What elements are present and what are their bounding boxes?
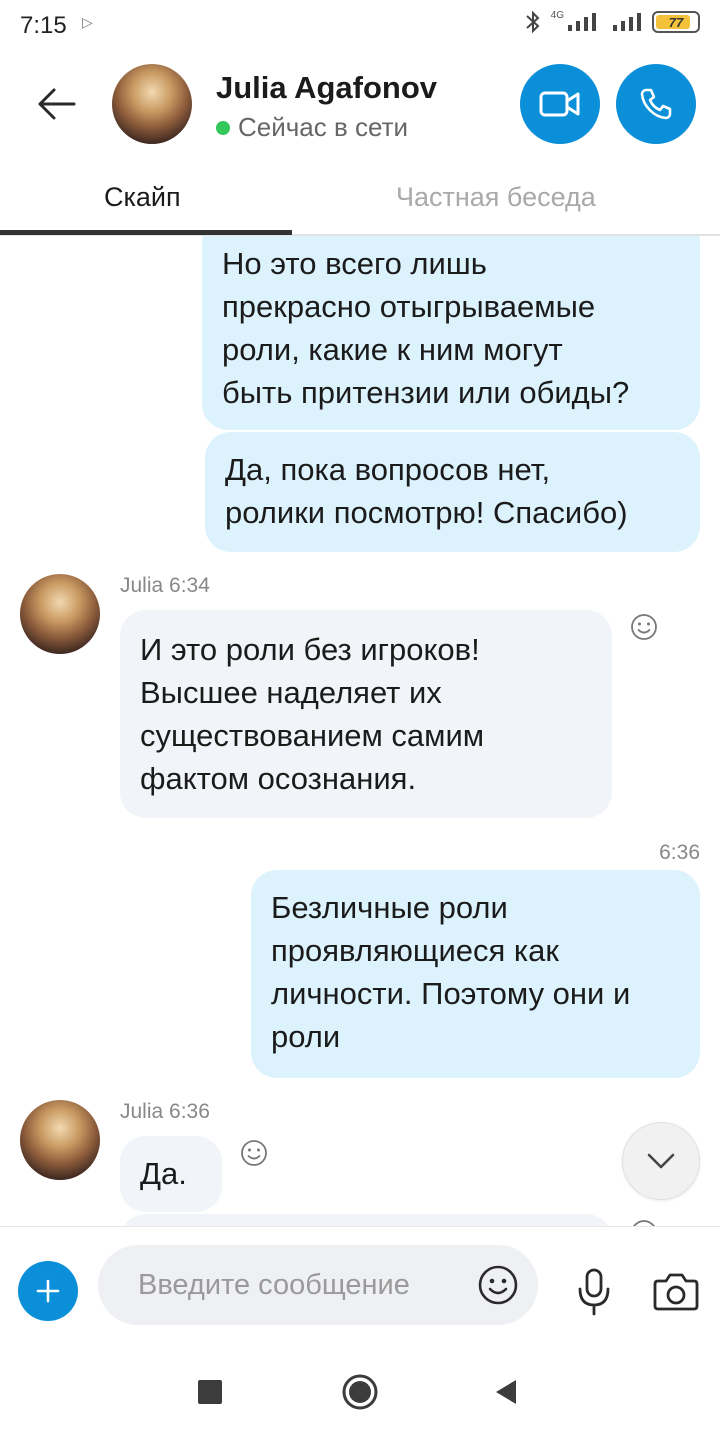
- message-list[interactable]: Но это всего лишь прекрасно отыгрываемые…: [0, 236, 720, 1226]
- signal-icon-2: [613, 13, 641, 31]
- message-line: роли: [271, 1019, 341, 1054]
- message-line: Безличные роли: [271, 890, 508, 925]
- sender-timestamp: Julia 6:36: [120, 1100, 210, 1123]
- phone-icon: [640, 88, 672, 120]
- message-line: Да.: [140, 1156, 187, 1191]
- presence-status: Сейчас в сети: [216, 112, 408, 143]
- status-bar: 7:15 ▷ 4G 77: [0, 0, 720, 50]
- contact-name[interactable]: Julia Agafonov: [216, 70, 437, 106]
- active-tab-indicator: [0, 230, 292, 235]
- outgoing-message[interactable]: Но это всего лишь прекрасно отыгрываемые…: [202, 236, 700, 430]
- smiley-icon[interactable]: [629, 612, 659, 642]
- online-indicator: [216, 120, 230, 135]
- microphone-icon[interactable]: [572, 1267, 616, 1317]
- message-line: фактом осознания.: [140, 761, 417, 796]
- contact-avatar[interactable]: [112, 64, 192, 144]
- recent-apps-button[interactable]: [198, 1380, 222, 1404]
- outgoing-message[interactable]: Безличные роли проявляющиеся как личност…: [251, 870, 700, 1078]
- incoming-message-partial[interactable]: [120, 1214, 612, 1226]
- battery-level: 77: [668, 14, 684, 30]
- back-button[interactable]: [30, 78, 82, 130]
- system-back-button[interactable]: [492, 1378, 518, 1406]
- smiley-icon[interactable]: [476, 1263, 520, 1307]
- chat-tabs: Скайп Частная беседа: [0, 160, 720, 236]
- message-line: ролики посмотрю! Спасибо): [225, 495, 628, 530]
- message-line: И это роли без игроков!: [140, 632, 480, 667]
- play-store-icon: ▷: [82, 14, 93, 30]
- message-line: прекрасно отыгрываемые: [222, 289, 596, 324]
- back-arrow-icon: [38, 88, 76, 120]
- signal-icon: [568, 13, 596, 31]
- chat-header: Julia Agafonov Сейчас в сети: [0, 50, 720, 160]
- sender-avatar[interactable]: [20, 574, 100, 654]
- video-call-button[interactable]: [520, 64, 600, 144]
- status-time: 7:15: [20, 12, 67, 39]
- video-call-icon: [539, 91, 580, 117]
- smiley-icon[interactable]: [629, 1218, 659, 1226]
- home-button[interactable]: [340, 1372, 380, 1412]
- smiley-icon[interactable]: [239, 1138, 269, 1168]
- audio-call-button[interactable]: [616, 64, 696, 144]
- status-icons: 4G 77: [525, 10, 700, 34]
- incoming-message[interactable]: И это роли без игроков! Высшее наделяет …: [120, 610, 612, 818]
- message-line: Высшее наделяет их: [140, 675, 442, 710]
- camera-icon[interactable]: [652, 1269, 700, 1313]
- network-label: 4G: [550, 10, 564, 21]
- message-line: быть притензии или обиды?: [222, 375, 630, 410]
- system-navigation-bar: [0, 1344, 720, 1440]
- message-input-container[interactable]: [98, 1245, 538, 1325]
- outgoing-message[interactable]: Да, пока вопросов нет, ролики посмотрю! …: [205, 432, 700, 552]
- sender-timestamp: Julia 6:34: [120, 574, 210, 597]
- message-line: существованием самим: [140, 718, 485, 753]
- message-line: роли, какие к ним могут: [222, 332, 563, 367]
- message-input[interactable]: [138, 1265, 458, 1305]
- sender-avatar[interactable]: [20, 1100, 100, 1180]
- message-line: проявляющиеся как: [271, 933, 559, 968]
- message-line: личности. Поэтому они и: [271, 976, 631, 1011]
- chevron-down-icon: [647, 1153, 675, 1169]
- tab-skype[interactable]: Скайп: [104, 182, 181, 213]
- scroll-to-bottom-button[interactable]: [622, 1122, 700, 1200]
- battery-icon: 77: [652, 11, 700, 33]
- incoming-message[interactable]: Да.: [120, 1136, 222, 1212]
- add-attachment-button[interactable]: [18, 1261, 78, 1321]
- message-composer: [0, 1226, 720, 1344]
- message-line: Но это всего лишь: [222, 246, 487, 281]
- tab-private-conversation[interactable]: Частная беседа: [396, 182, 596, 213]
- message-line: Да, пока вопросов нет,: [225, 452, 551, 487]
- plus-icon: [36, 1279, 60, 1303]
- message-timestamp: 6:36: [659, 841, 700, 864]
- bluetooth-icon: [525, 10, 540, 34]
- presence-text: Сейчас в сети: [238, 112, 409, 142]
